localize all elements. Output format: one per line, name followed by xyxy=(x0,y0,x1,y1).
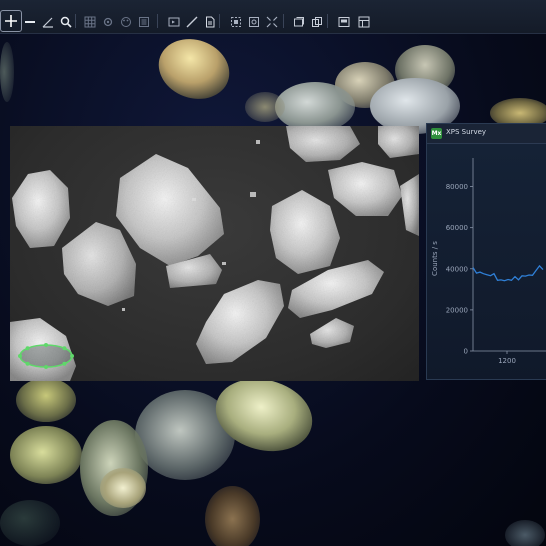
x-tick-label: 1200 xyxy=(498,357,516,365)
y-tick-label: 0 xyxy=(464,348,468,356)
sand-grain xyxy=(16,378,76,422)
roi-handle xyxy=(62,346,67,351)
copy-tool-button[interactable] xyxy=(306,11,328,33)
roi-handle xyxy=(70,354,74,358)
table-icon xyxy=(358,16,370,28)
sand-grain xyxy=(10,426,82,484)
sand-grain xyxy=(275,82,355,132)
palette-icon xyxy=(121,17,131,27)
toolbar-separator xyxy=(75,14,76,28)
sand-grain xyxy=(205,486,260,546)
xps-survey-window[interactable]: Mx XPS Survey 0 20000 40000 60000 80000 1200 C… xyxy=(426,123,546,380)
sand-grain xyxy=(100,468,146,508)
magnifier-icon xyxy=(60,16,72,28)
xps-window-titlebar[interactable]: Mx XPS Survey xyxy=(427,124,546,144)
layers-icon xyxy=(139,17,149,27)
copy-icon xyxy=(312,17,322,27)
y-tick-label: 80000 xyxy=(446,183,468,191)
roi-handle xyxy=(25,361,30,366)
toolbar-separator xyxy=(327,14,328,28)
doc-tool-button[interactable] xyxy=(199,11,221,33)
expand-tool-button[interactable] xyxy=(261,11,283,33)
roi-handle xyxy=(44,343,48,347)
expand-icon xyxy=(266,16,278,28)
roi-handle xyxy=(25,346,30,351)
roi-handle xyxy=(62,361,67,366)
camera-icon xyxy=(249,17,259,27)
sand-grain xyxy=(0,42,14,102)
roi-handle xyxy=(44,365,48,369)
annotation-layer[interactable] xyxy=(10,126,419,381)
y-tick-label: 20000 xyxy=(446,306,468,314)
zoom-tool-button[interactable] xyxy=(55,11,77,33)
window-title: XPS Survey xyxy=(446,128,487,136)
sand-grain xyxy=(0,500,60,546)
sand-grain xyxy=(245,92,285,122)
sand-grain xyxy=(150,29,238,109)
app-logo-icon: Mx xyxy=(431,128,442,139)
frame-icon xyxy=(168,17,180,27)
chart-svg: 0 20000 40000 60000 80000 1200 Counts / s xyxy=(431,158,546,365)
sand-grain xyxy=(505,520,545,546)
series-line xyxy=(472,264,544,282)
gear-icon xyxy=(103,17,113,27)
y-tick-label: 60000 xyxy=(446,224,468,232)
crosshair-move-icon xyxy=(5,15,17,27)
pencil-line-icon xyxy=(186,16,198,28)
toolbar-separator xyxy=(219,14,220,28)
minus-icon xyxy=(25,21,35,23)
main-toolbar xyxy=(0,0,546,34)
toolbar-separator xyxy=(157,14,158,28)
toolbar-separator xyxy=(283,14,284,28)
document-icon xyxy=(206,16,215,28)
layers-tool-button[interactable] xyxy=(133,11,155,33)
desktop-background: Mx XPS Survey 0 20000 40000 60000 80000 1200 C… xyxy=(0,0,546,546)
selection-icon xyxy=(231,17,241,27)
angle-icon xyxy=(42,17,53,28)
export-icon xyxy=(338,17,350,27)
roi-handle xyxy=(18,354,22,358)
xps-chart[interactable]: 0 20000 40000 60000 80000 1200 Counts / s xyxy=(427,144,546,379)
grid-icon xyxy=(84,16,96,28)
y-tick-label: 40000 xyxy=(446,265,468,273)
sem-image-viewer[interactable] xyxy=(10,126,419,381)
y-axis-label: Counts / s xyxy=(431,241,439,276)
export-tool-button[interactable] xyxy=(333,11,355,33)
stack-icon xyxy=(294,17,304,27)
table-tool-button[interactable] xyxy=(353,11,375,33)
